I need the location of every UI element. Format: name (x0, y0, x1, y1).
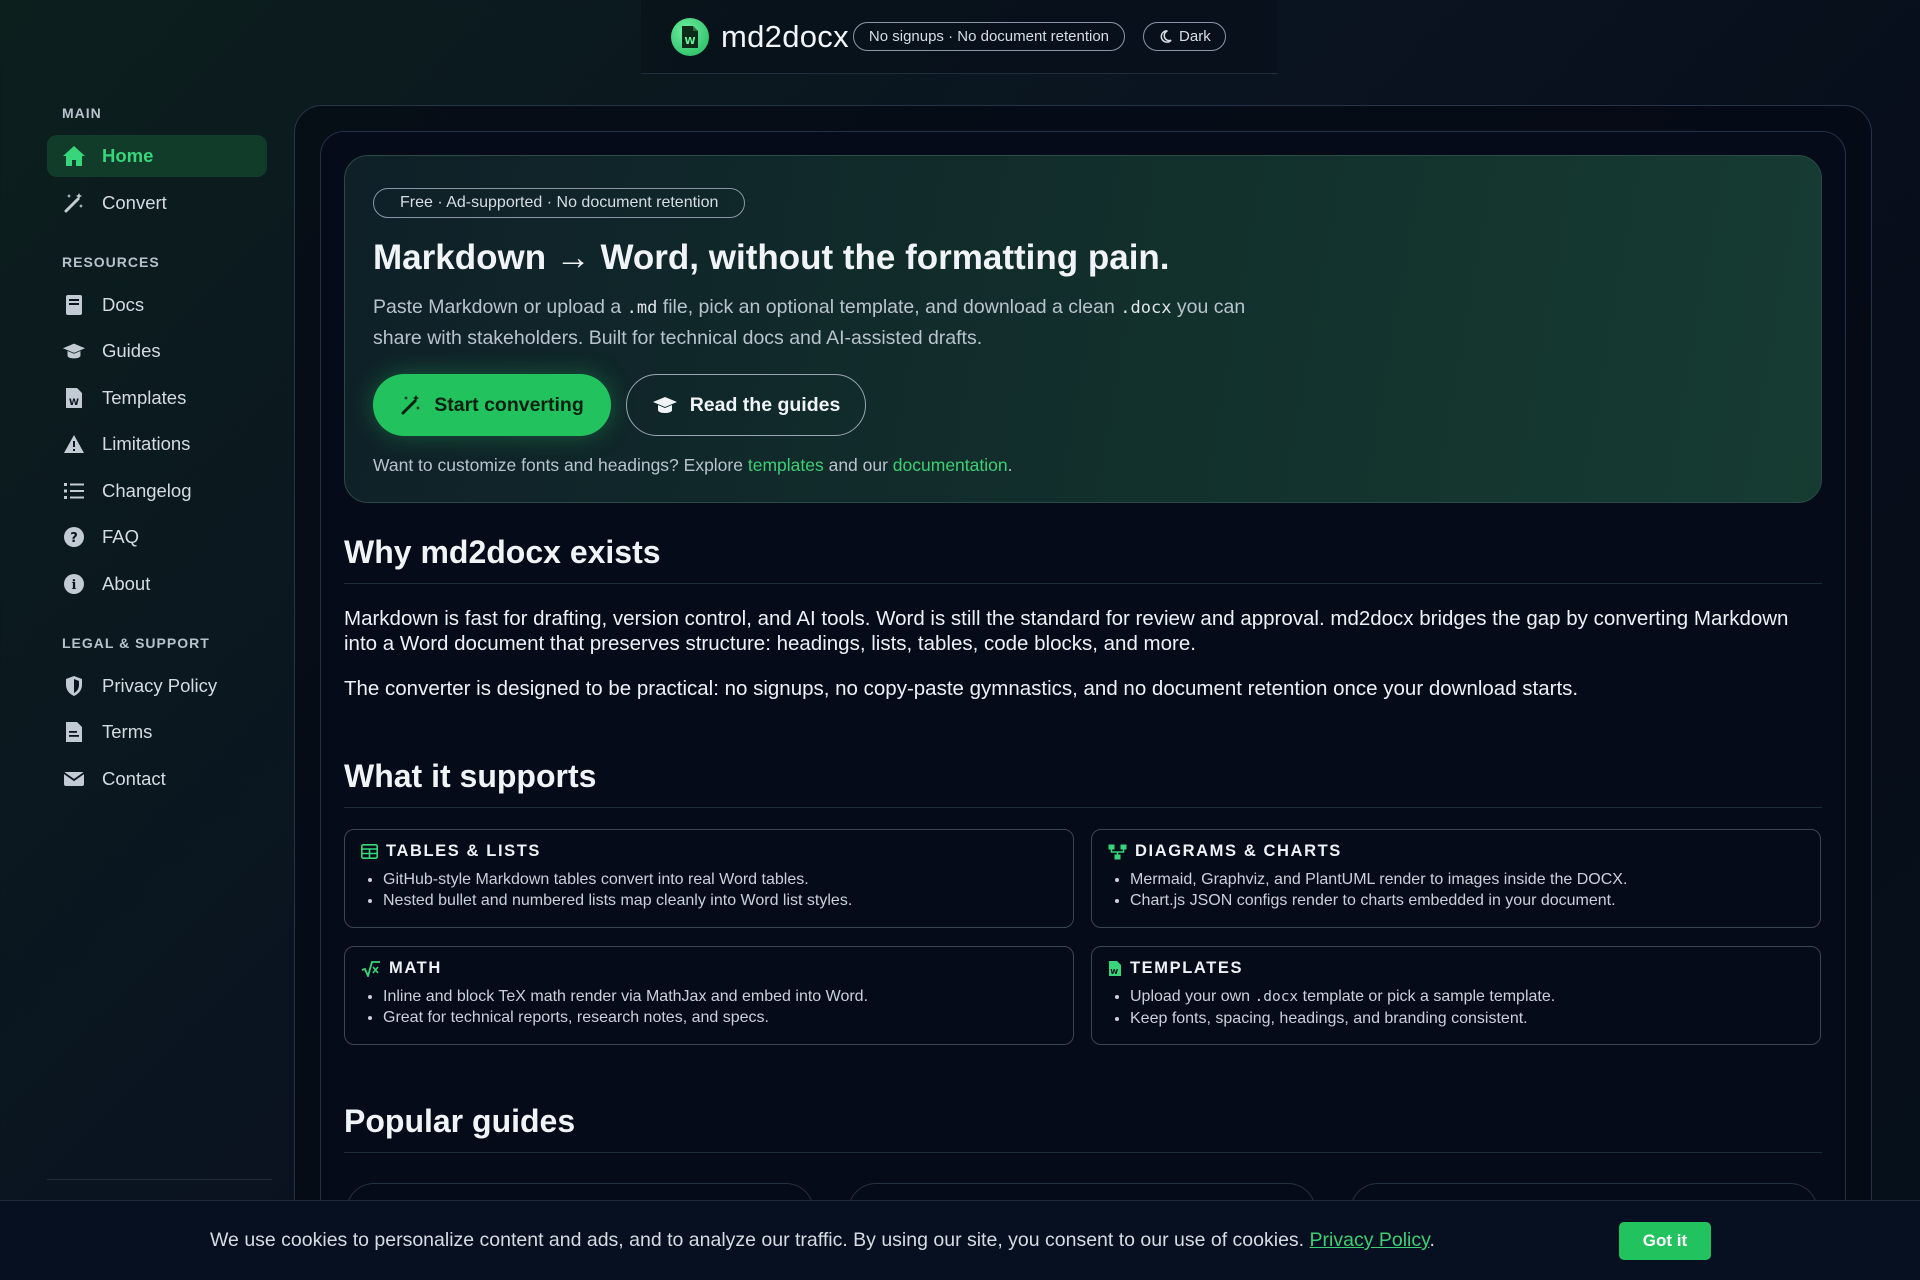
start-converting-label: Start converting (434, 393, 584, 416)
feature-item: Mermaid, Graphviz, and PlantUML render t… (1130, 869, 1627, 890)
documentation-link[interactable]: documentation (893, 455, 1008, 475)
sidebar-item-label: Changelog (102, 479, 192, 501)
feature-title: TABLES & LISTS (386, 842, 542, 860)
sidebar-item-changelog[interactable]: Changelog (47, 470, 267, 512)
feature-card-math: MATH Inline and block TeX math render vi… (344, 946, 1074, 1045)
svg-text:?: ? (70, 531, 78, 546)
why-heading: Why md2docx exists (344, 534, 661, 570)
sidebar-item-label: Convert (102, 191, 167, 213)
privacy-badge: No signups · No document retention (852, 22, 1126, 51)
warning-icon (62, 432, 86, 456)
supports-divider (344, 807, 1822, 808)
svg-text:i: i (72, 578, 77, 593)
feature-item: Keep fonts, spacing, headings, and brand… (1130, 1008, 1555, 1029)
envelope-icon (62, 767, 86, 791)
theme-toggle-label: Dark (1179, 28, 1211, 45)
cookie-text: We use cookies to personalize content an… (210, 1229, 1435, 1251)
sidebar-item-terms[interactable]: Terms (47, 711, 267, 753)
hero-note: Want to customize fonts and headings? Ex… (373, 455, 1013, 475)
sidebar-section-main: MAIN (62, 105, 102, 121)
sidebar-item-label: Contact (102, 767, 166, 789)
sidebar-item-label: Privacy Policy (102, 674, 218, 696)
cookie-accept-button[interactable]: Got it (1619, 1222, 1711, 1260)
sidebar: MAIN Home Convert RESOURCES Docs Guides … (47, 95, 267, 804)
sidebar-item-label: Docs (102, 293, 145, 315)
word-file-icon: W (62, 386, 86, 410)
sidebar-section-legal: LEGAL & SUPPORT (62, 634, 210, 651)
read-guides-label: Read the guides (689, 393, 841, 416)
sidebar-item-templates[interactable]: W Templates (47, 377, 267, 419)
privacy-policy-link[interactable]: Privacy Policy (1310, 1229, 1430, 1251)
sidebar-item-label: Templates (102, 386, 187, 408)
feature-card-diagrams: DIAGRAMS & CHARTS Mermaid, Graphviz, and… (1091, 829, 1821, 928)
graduation-cap-icon (652, 397, 677, 413)
feature-item: Inline and block TeX math render via Mat… (383, 986, 868, 1007)
sidebar-item-guides[interactable]: Guides (47, 330, 267, 372)
magic-wand-icon (401, 395, 421, 415)
read-guides-button[interactable]: Read the guides (626, 374, 866, 436)
sidebar-item-about[interactable]: i About (47, 563, 267, 605)
document-icon (62, 720, 86, 744)
shield-icon (62, 674, 86, 698)
templates-link[interactable]: templates (748, 455, 824, 475)
sidebar-item-label: FAQ (102, 526, 140, 547)
feature-title: DIAGRAMS & CHARTS (1135, 842, 1342, 860)
feature-title: MATH (389, 959, 442, 977)
brand-name[interactable]: md2docx (721, 19, 849, 55)
feature-title: TEMPLATES (1130, 959, 1244, 977)
theme-toggle-button[interactable]: Dark (1143, 22, 1226, 51)
sidebar-item-label: Guides (102, 340, 161, 361)
brand-logo-icon[interactable]: W (671, 17, 709, 56)
moon-icon (1160, 30, 1172, 43)
why-paragraph-1: Markdown is fast for drafting, version c… (344, 607, 1789, 655)
hero-description: Paste Markdown or upload a .md file, pic… (373, 296, 1246, 349)
sidebar-item-limitations[interactable]: Limitations (47, 423, 267, 465)
graduation-cap-icon (62, 339, 86, 363)
feature-item: Chart.js JSON configs render to charts e… (1130, 890, 1627, 911)
sidebar-item-convert[interactable]: Convert (47, 182, 267, 224)
sidebar-item-contact[interactable]: Contact (47, 758, 267, 800)
guides-divider (344, 1152, 1822, 1153)
sidebar-section-resources: RESOURCES (62, 253, 160, 270)
diagram-icon (1108, 844, 1127, 859)
feature-card-templates: W TEMPLATES Upload your own .docx templa… (1091, 946, 1821, 1045)
sidebar-item-label: About (102, 572, 151, 594)
why-divider (344, 583, 1822, 584)
question-icon: ? (62, 525, 86, 549)
svg-text:W: W (69, 398, 79, 408)
sidebar-item-label: Terms (102, 721, 153, 742)
magic-wand-icon (62, 191, 86, 215)
why-paragraph-2: The converter is designed to be practica… (344, 677, 1579, 700)
svg-text:W: W (684, 36, 695, 47)
info-icon: i (62, 572, 86, 596)
cookie-banner: We use cookies to personalize content an… (0, 1200, 1920, 1280)
word-file-icon: W (1109, 961, 1121, 976)
feature-item: Upload your own .docx template or pick a… (1130, 986, 1555, 1008)
hero-badge: Free · Ad-supported · No document retent… (373, 188, 746, 218)
sidebar-item-home[interactable]: Home (47, 135, 267, 177)
sidebar-item-faq[interactable]: ? FAQ (47, 516, 267, 558)
sidebar-item-label: Home (102, 145, 154, 166)
sidebar-item-docs[interactable]: Docs (47, 284, 267, 326)
square-root-icon (361, 960, 380, 977)
table-icon (361, 844, 378, 859)
hero-card: Free · Ad-supported · No document retent… (344, 155, 1822, 503)
guides-heading: Popular guides (344, 1103, 576, 1139)
svg-text:W: W (1110, 968, 1119, 976)
sidebar-item-privacy[interactable]: Privacy Policy (47, 665, 267, 707)
feature-item: Great for technical reports, research no… (383, 1007, 868, 1028)
supports-heading: What it supports (344, 758, 597, 794)
feature-item: Nested bullet and numbered lists map cle… (383, 890, 852, 911)
sidebar-divider (47, 1179, 272, 1180)
feature-item: GitHub-style Markdown tables convert int… (383, 869, 852, 890)
list-icon (62, 479, 86, 503)
sidebar-item-label: Limitations (102, 433, 191, 454)
top-header: W md2docx No signups · No document reten… (641, 0, 1278, 74)
start-converting-button[interactable]: Start converting (373, 374, 611, 436)
feature-card-tables: TABLES & LISTS GitHub-style Markdown tab… (344, 829, 1074, 928)
book-icon (62, 293, 86, 317)
home-icon (62, 144, 86, 168)
hero-title: Markdown → Word, without the formatting … (373, 238, 1170, 277)
